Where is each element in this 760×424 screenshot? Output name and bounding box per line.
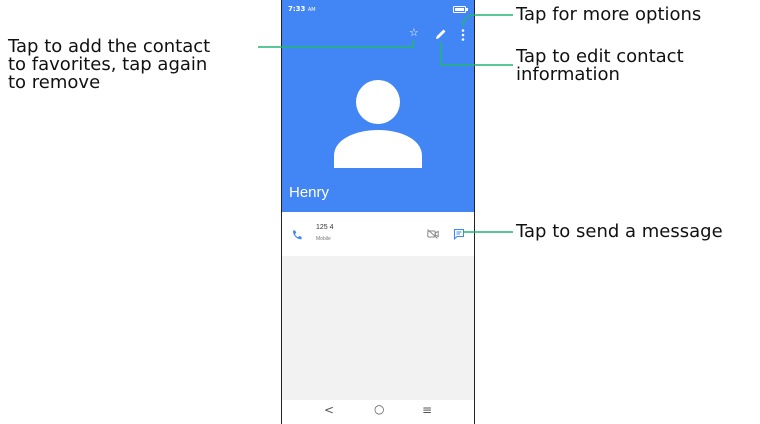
edit-callout: Tap to edit contact information (516, 46, 684, 85)
favorites-callout: Tap to add the contact to favorites, tap… (8, 36, 211, 93)
more-options-callout-line (462, 14, 513, 26)
more-options-callout: Tap for more options (516, 4, 702, 25)
edit-callout-line (440, 42, 513, 66)
favorites-callout-line (258, 40, 414, 48)
message-callout: Tap to send a message (516, 221, 723, 242)
